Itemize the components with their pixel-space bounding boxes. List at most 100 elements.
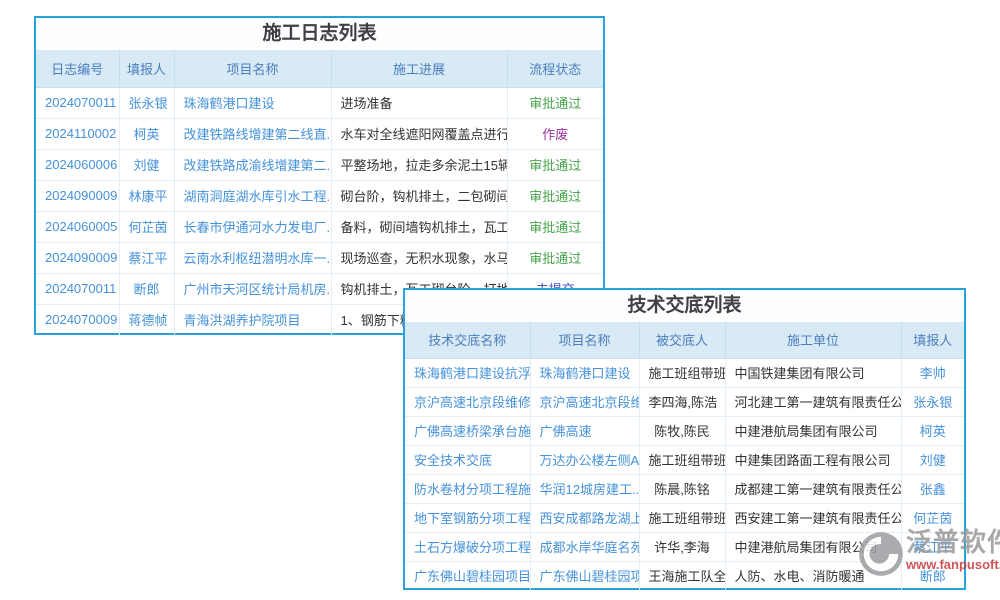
project-name-cell[interactable]: 长春市伊通河水力发电厂... xyxy=(174,211,331,242)
reporter-cell[interactable]: 刘健 xyxy=(901,445,964,474)
reporter-cell[interactable]: 柯英 xyxy=(119,118,174,149)
reporter-cell[interactable]: 何芷茵 xyxy=(901,503,964,532)
construction-unit-cell: 中建港航局集团有限公司 xyxy=(725,532,901,561)
project-name-cell[interactable]: 广州市天河区统计局机房... xyxy=(174,273,331,304)
project-name-cell[interactable]: 万达办公楼左侧A... xyxy=(530,445,639,474)
table-row[interactable]: 京沪高速北京段维修...京沪高速北京段维修李四海,陈浩河北建工第一建筑有限责任公… xyxy=(405,387,964,416)
construction-unit-cell: 成都建工第一建筑有限责任公司 xyxy=(725,474,901,503)
disclosed-person-cell: 李四海,陈浩 xyxy=(639,387,725,416)
table-row[interactable]: 地下室钢筋分项工程...西安成都路龙湖上...施工班组带班...西安建工第一建筑… xyxy=(405,503,964,532)
column-header: 填报人 xyxy=(901,322,964,358)
project-name-cell[interactable]: 西安成都路龙湖上... xyxy=(530,503,639,532)
disclosed-person-cell: 施工班组带班... xyxy=(639,445,725,474)
column-header: 填报人 xyxy=(119,50,174,87)
reporter-cell[interactable]: 蔡江平 xyxy=(901,532,964,561)
progress-cell: 进场准备 xyxy=(331,87,507,118)
table-row[interactable]: 2024110002柯英改建铁路线增建第二线直...水车对全线遮阳网覆盖点进行.… xyxy=(36,118,603,149)
project-name-cell[interactable]: 珠海鹤港口建设 xyxy=(530,358,639,387)
project-name-cell[interactable]: 云南水利枢纽潜明水库一... xyxy=(174,242,331,273)
column-header: 技术交底名称 xyxy=(405,322,530,358)
log-id-cell[interactable]: 2024060005 xyxy=(36,211,119,242)
project-name-cell[interactable]: 华润12城房建工... xyxy=(530,474,639,503)
progress-cell: 砌台阶，钩机排土，二包砌间... xyxy=(331,180,507,211)
project-name-cell[interactable]: 湖南洞庭湖水库引水工程... xyxy=(174,180,331,211)
reporter-cell[interactable]: 断郎 xyxy=(901,561,964,590)
column-header: 日志编号 xyxy=(36,50,119,87)
reporter-cell[interactable]: 蒋德帧 xyxy=(119,304,174,335)
log-id-cell[interactable]: 2024090009 xyxy=(36,180,119,211)
reporter-cell[interactable]: 李帅 xyxy=(901,358,964,387)
reporter-cell[interactable]: 何芷茵 xyxy=(119,211,174,242)
reporter-cell[interactable]: 刘健 xyxy=(119,149,174,180)
disclosed-person-cell: 陈晨,陈铭 xyxy=(639,474,725,503)
reporter-cell[interactable]: 张永银 xyxy=(901,387,964,416)
status-cell: 作废 xyxy=(507,118,603,149)
column-header: 被交底人 xyxy=(639,322,725,358)
project-name-cell[interactable]: 改建铁路成渝线增建第二... xyxy=(174,149,331,180)
reporter-cell[interactable]: 张鑫 xyxy=(901,474,964,503)
table-row[interactable]: 2024060006刘健改建铁路成渝线增建第二...平整场地，拉走多余泥土15辆… xyxy=(36,149,603,180)
reporter-cell[interactable]: 蔡江平 xyxy=(119,242,174,273)
tech-disclosure-header-row: 技术交底名称项目名称被交底人施工单位填报人 xyxy=(405,322,964,358)
log-id-cell[interactable]: 2024070011 xyxy=(36,87,119,118)
disclosed-person-cell: 陈牧,陈民 xyxy=(639,416,725,445)
progress-cell: 平整场地，拉走多余泥土15辆... xyxy=(331,149,507,180)
construction-unit-cell: 人防、水电、消防暖通 xyxy=(725,561,901,590)
project-name-cell[interactable]: 成都水岸华庭名苑... xyxy=(530,532,639,561)
status-cell: 审批通过 xyxy=(507,87,603,118)
disclosed-person-cell: 施工班组带班... xyxy=(639,358,725,387)
table-row[interactable]: 防水卷材分项工程施...华润12城房建工...陈晨,陈铭成都建工第一建筑有限责任… xyxy=(405,474,964,503)
construction-unit-cell: 中国铁建集团有限公司 xyxy=(725,358,901,387)
disclosed-person-cell: 王海施工队全队 xyxy=(639,561,725,590)
table-row[interactable]: 2024090009林康平湖南洞庭湖水库引水工程...砌台阶，钩机排土，二包砌间… xyxy=(36,180,603,211)
project-name-cell[interactable]: 青海洪湖养护院项目 xyxy=(174,304,331,335)
column-header: 项目名称 xyxy=(530,322,639,358)
table-row[interactable]: 土石方爆破分项工程...成都水岸华庭名苑...许华,李海中建港航局集团有限公司蔡… xyxy=(405,532,964,561)
construction-log-title: 施工日志列表 xyxy=(36,18,603,50)
tech-disclosure-window: 技术交底列表 技术交底名称项目名称被交底人施工单位填报人 珠海鹤港口建设抗浮..… xyxy=(403,288,966,590)
table-row[interactable]: 2024070011张永银珠海鹤港口建设进场准备审批通过 xyxy=(36,87,603,118)
disclosure-name-cell[interactable]: 土石方爆破分项工程... xyxy=(405,532,530,561)
table-row[interactable]: 珠海鹤港口建设抗浮...珠海鹤港口建设施工班组带班...中国铁建集团有限公司李帅 xyxy=(405,358,964,387)
column-header: 项目名称 xyxy=(174,50,331,87)
table-row[interactable]: 安全技术交底万达办公楼左侧A...施工班组带班...中建集团路面工程有限公司刘健 xyxy=(405,445,964,474)
disclosed-person-cell: 施工班组带班... xyxy=(639,503,725,532)
log-id-cell[interactable]: 2024110002 xyxy=(36,118,119,149)
construction-unit-cell: 中建集团路面工程有限公司 xyxy=(725,445,901,474)
disclosure-name-cell[interactable]: 京沪高速北京段维修... xyxy=(405,387,530,416)
progress-cell: 备料，砌间墙钩机排土，瓦工... xyxy=(331,211,507,242)
progress-cell: 水车对全线遮阳网覆盖点进行... xyxy=(331,118,507,149)
project-name-cell[interactable]: 珠海鹤港口建设 xyxy=(174,87,331,118)
reporter-cell[interactable]: 柯英 xyxy=(901,416,964,445)
log-id-cell[interactable]: 2024070009 xyxy=(36,304,119,335)
table-row[interactable]: 广东佛山碧桂园项目...广东佛山碧桂园项目王海施工队全队人防、水电、消防暖通断郎 xyxy=(405,561,964,590)
disclosure-name-cell[interactable]: 广东佛山碧桂园项目... xyxy=(405,561,530,590)
reporter-cell[interactable]: 林康平 xyxy=(119,180,174,211)
construction-log-header-row: 日志编号填报人项目名称施工进展流程状态 xyxy=(36,50,603,87)
construction-unit-cell: 西安建工第一建筑有限责任公司 xyxy=(725,503,901,532)
tech-disclosure-table: 技术交底名称项目名称被交底人施工单位填报人 珠海鹤港口建设抗浮...珠海鹤港口建… xyxy=(405,322,964,590)
progress-cell: 现场巡查，无积水现象，水马... xyxy=(331,242,507,273)
reporter-cell[interactable]: 断郎 xyxy=(119,273,174,304)
project-name-cell[interactable]: 改建铁路线增建第二线直... xyxy=(174,118,331,149)
table-row[interactable]: 广佛高速桥梁承台施...广佛高速陈牧,陈民中建港航局集团有限公司柯英 xyxy=(405,416,964,445)
disclosure-name-cell[interactable]: 广佛高速桥梁承台施... xyxy=(405,416,530,445)
status-cell: 审批通过 xyxy=(507,180,603,211)
construction-unit-cell: 河北建工第一建筑有限责任公司 xyxy=(725,387,901,416)
log-id-cell[interactable]: 2024070011 xyxy=(36,273,119,304)
project-name-cell[interactable]: 京沪高速北京段维修 xyxy=(530,387,639,416)
disclosure-name-cell[interactable]: 安全技术交底 xyxy=(405,445,530,474)
reporter-cell[interactable]: 张永银 xyxy=(119,87,174,118)
status-cell: 审批通过 xyxy=(507,149,603,180)
log-id-cell[interactable]: 2024090009 xyxy=(36,242,119,273)
status-cell: 审批通过 xyxy=(507,211,603,242)
disclosure-name-cell[interactable]: 珠海鹤港口建设抗浮... xyxy=(405,358,530,387)
project-name-cell[interactable]: 广东佛山碧桂园项目 xyxy=(530,561,639,590)
table-row[interactable]: 2024060005何芷茵长春市伊通河水力发电厂...备料，砌间墙钩机排土，瓦工… xyxy=(36,211,603,242)
column-header: 施工单位 xyxy=(725,322,901,358)
project-name-cell[interactable]: 广佛高速 xyxy=(530,416,639,445)
disclosure-name-cell[interactable]: 地下室钢筋分项工程... xyxy=(405,503,530,532)
disclosure-name-cell[interactable]: 防水卷材分项工程施... xyxy=(405,474,530,503)
table-row[interactable]: 2024090009蔡江平云南水利枢纽潜明水库一...现场巡查，无积水现象，水马… xyxy=(36,242,603,273)
log-id-cell[interactable]: 2024060006 xyxy=(36,149,119,180)
